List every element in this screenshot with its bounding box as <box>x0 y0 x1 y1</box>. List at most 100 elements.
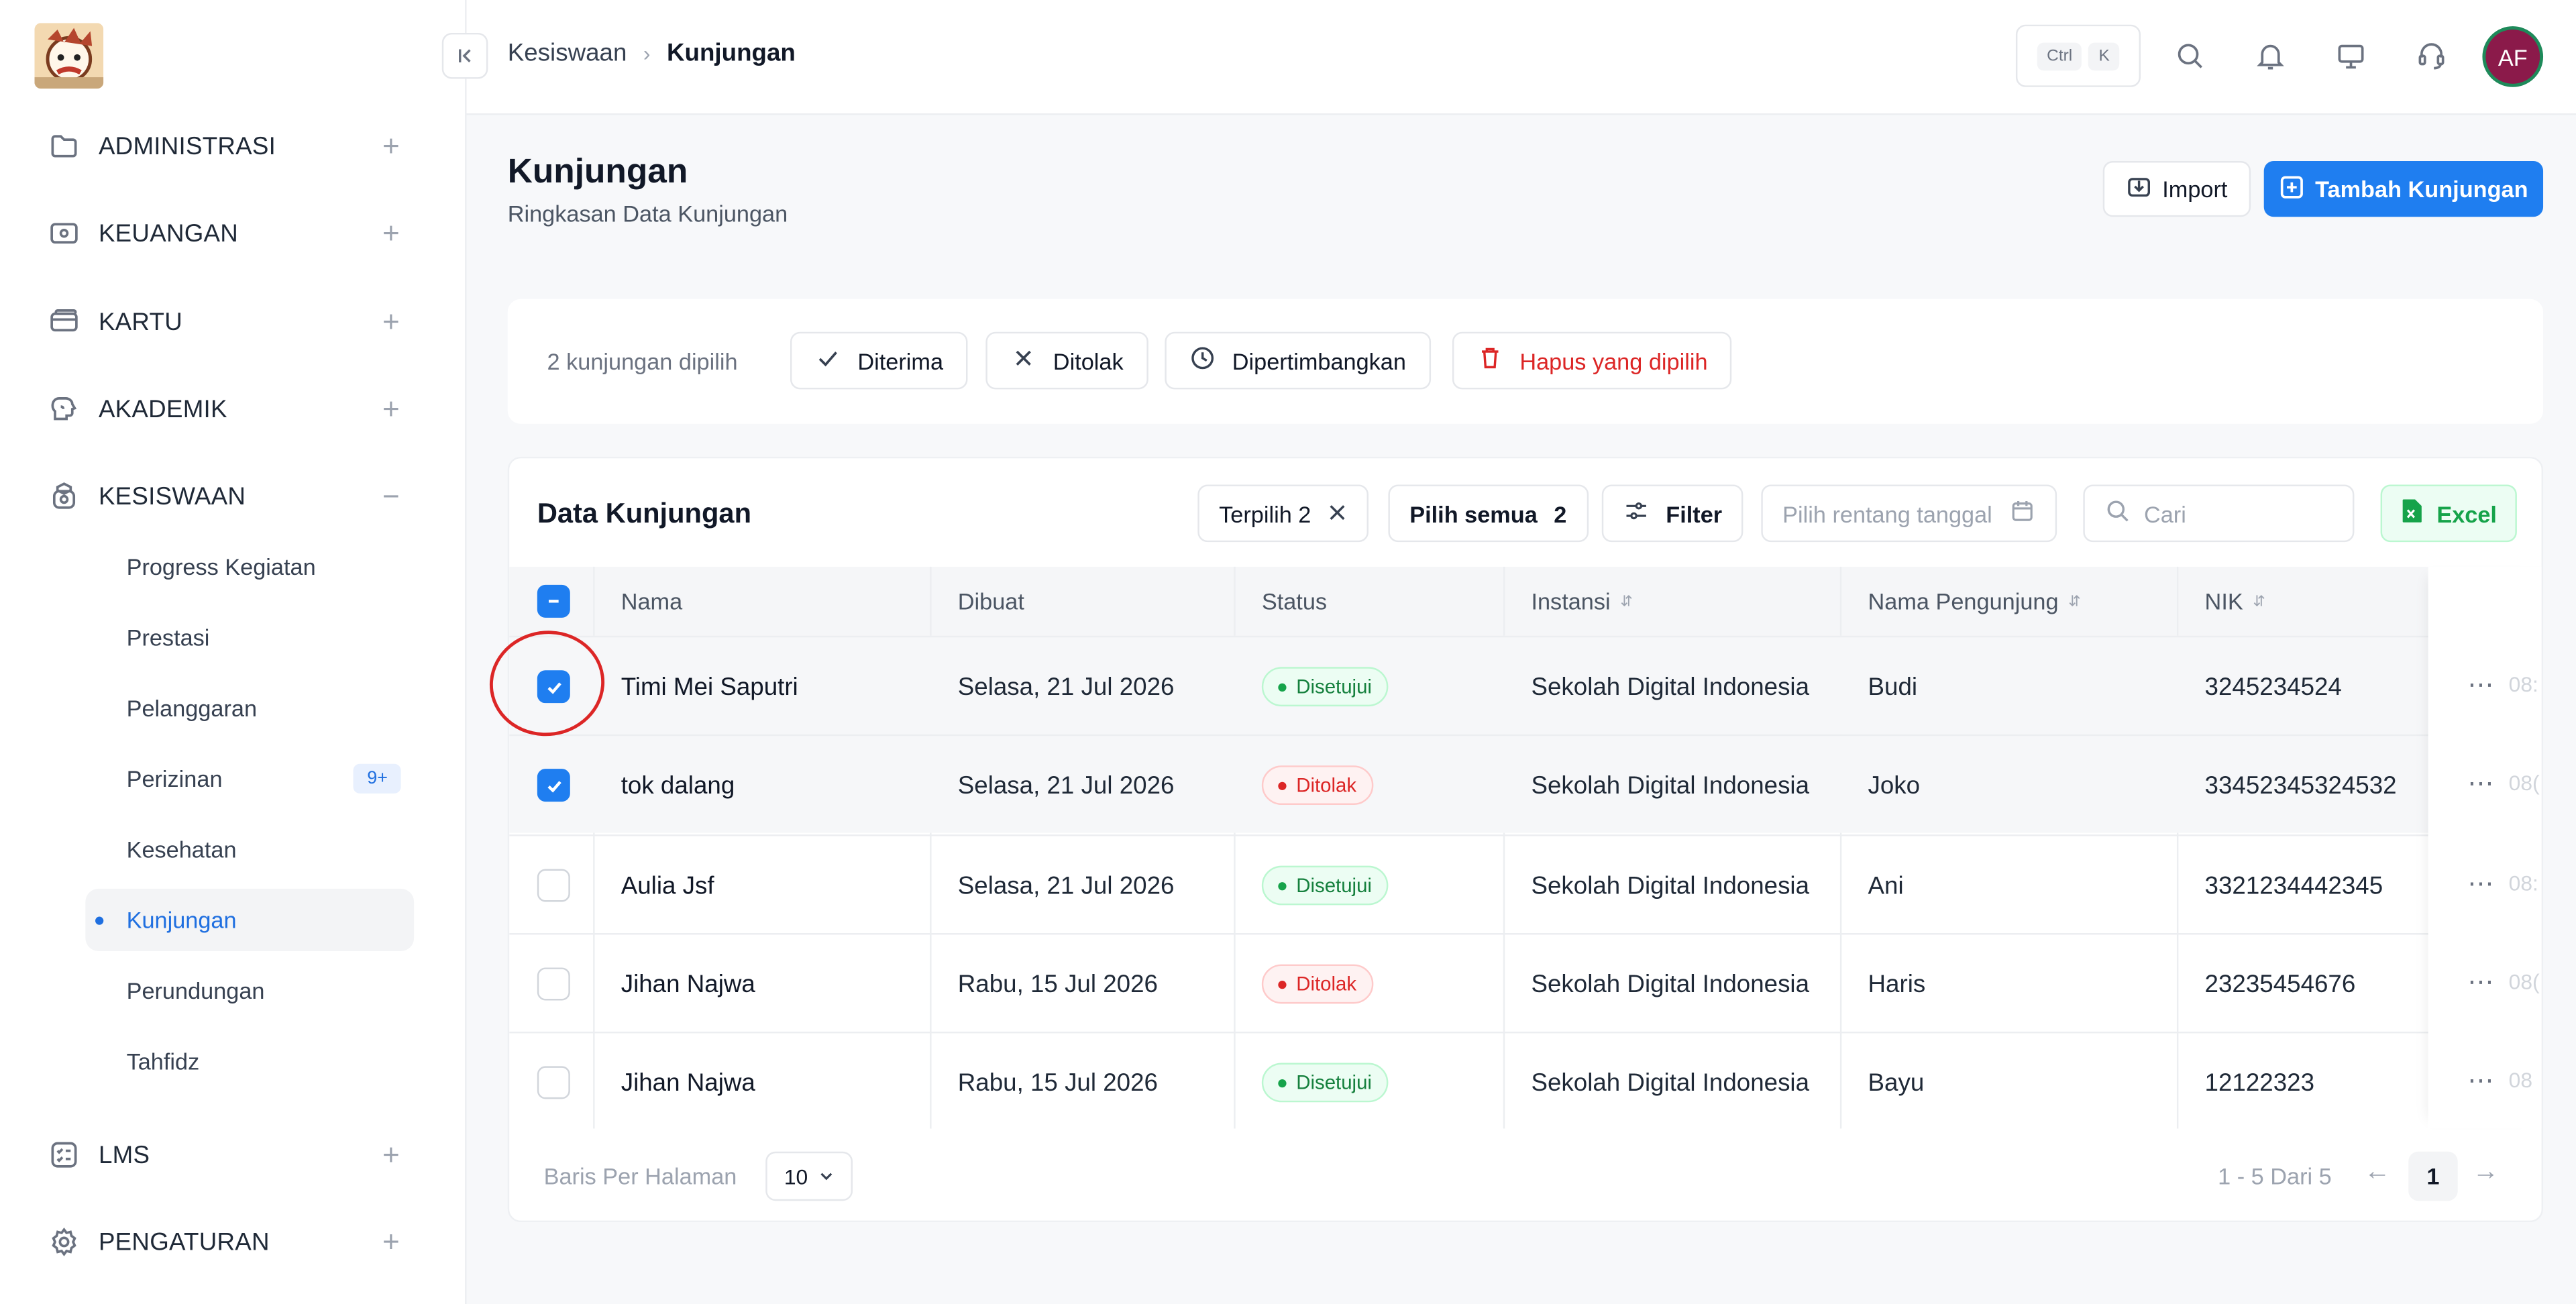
import-label: Import <box>2162 176 2228 203</box>
row-checkbox[interactable] <box>537 736 570 834</box>
cell-nama-pengunjung: Ani <box>1868 871 1904 900</box>
excel-file-icon <box>2400 498 2423 529</box>
table-row[interactable]: Timi Mei Saputri Selasa, 21 Jul 2026 Diset… <box>509 635 2542 735</box>
more-actions-icon[interactable]: ⋯ <box>2467 669 2496 702</box>
table-row[interactable]: tok dalang Selasa, 21 Jul 2026 Ditolak Seko… <box>509 734 2542 834</box>
status-badge: Disetujui <box>1261 865 1389 906</box>
more-actions-icon[interactable]: ⋯ <box>2467 867 2496 900</box>
expand-icon[interactable]: + <box>374 129 407 163</box>
expand-icon[interactable]: + <box>374 392 407 426</box>
empty-checkbox-icon[interactable] <box>537 967 570 1001</box>
next-page-arrow-icon[interactable]: → <box>2473 1158 2499 1188</box>
sidebar-section-lms[interactable]: LMS + <box>46 1130 408 1179</box>
wallet-icon <box>46 215 83 252</box>
row-checkbox[interactable] <box>537 934 570 1033</box>
export-excel-button[interactable]: Excel <box>2380 484 2517 543</box>
table-row[interactable]: Aulia Jsf Selasa, 21 Jul 2026 Disetujui Sek… <box>509 834 2542 935</box>
column-header-instansi[interactable]: Instansi ⇵ <box>1531 567 1632 636</box>
column-header-nama[interactable]: Nama <box>621 567 682 636</box>
more-actions-icon[interactable]: ⋯ <box>2467 767 2496 800</box>
prev-page-arrow-icon[interactable]: ← <box>2364 1158 2390 1188</box>
app-logo[interactable] <box>34 23 104 89</box>
indeterminate-checkbox-icon[interactable] <box>537 584 570 618</box>
rows-per-page-select[interactable]: 10 <box>765 1151 853 1201</box>
status-badge: Disetujui <box>1261 1063 1389 1103</box>
sidebar-item-prestasi[interactable]: Prestasi <box>85 606 414 669</box>
sidebar-section-administrasi[interactable]: ADMINISTRASI + <box>46 121 408 170</box>
sidebar-item-progress-kegiatan[interactable]: Progress Kegiatan <box>85 535 414 598</box>
column-label: Status <box>1261 588 1328 614</box>
sort-icon[interactable]: ⇵ <box>2253 592 2265 610</box>
checklist-icon <box>46 1137 83 1173</box>
user-avatar[interactable]: AF <box>2482 26 2544 87</box>
date-range-placeholder: Pilih rentang tanggal <box>1782 500 1992 527</box>
breadcrumb-parent[interactable]: Kesiswaan <box>508 40 627 68</box>
delete-selected-button[interactable]: Hapus yang dipilih <box>1452 331 1733 390</box>
reject-button[interactable]: Ditolak <box>985 331 1148 390</box>
collapse-sidebar-button[interactable] <box>441 32 488 79</box>
cell-instansi: Sekolah Digital Indonesia <box>1531 672 1810 701</box>
expand-icon[interactable]: + <box>374 1138 407 1172</box>
filter-button[interactable]: Filter <box>1601 484 1743 543</box>
command-palette-button[interactable]: Ctrl K <box>2015 24 2141 87</box>
sort-icon[interactable]: ⇵ <box>1620 592 1632 610</box>
column-header-nama-pengunjung[interactable]: Nama Pengunjung ⇵ <box>1868 567 2081 636</box>
gear-icon <box>46 1224 83 1260</box>
selected-filter-chip[interactable]: Terpilih 2 <box>1197 484 1369 543</box>
sidebar-section-label: KARTU <box>98 308 183 336</box>
search-input[interactable]: Cari <box>2083 484 2355 543</box>
date-range-input[interactable]: Pilih rentang tanggal <box>1761 484 2057 543</box>
select-all-checkbox[interactable] <box>537 567 570 636</box>
import-button[interactable]: Import <box>2102 161 2251 217</box>
sidebar-item-kunjungan[interactable]: Kunjungan <box>85 888 415 951</box>
cell-nama: Timi Mei Saputri <box>621 672 798 701</box>
sidebar-item-label: Perizinan <box>126 765 223 792</box>
sidebar-section-pengaturan[interactable]: PENGATURAN + <box>46 1217 408 1266</box>
add-visit-label: Tambah Kunjungan <box>2315 176 2528 203</box>
expand-icon[interactable]: + <box>374 1225 407 1259</box>
sidebar-item-perundungan[interactable]: Perundungan <box>85 959 414 1022</box>
checked-checkbox-icon[interactable] <box>537 769 570 802</box>
add-visit-button[interactable]: Tambah Kunjungan <box>2263 161 2544 217</box>
sidebar-item-pelanggaran[interactable]: Pelanggaran <box>85 677 414 739</box>
more-actions-icon[interactable]: ⋯ <box>2467 966 2496 999</box>
status-dot-icon <box>1278 881 1287 890</box>
search-icon[interactable] <box>2170 36 2210 76</box>
cell-instansi: Sekolah Digital Indonesia <box>1531 970 1810 998</box>
empty-checkbox-icon[interactable] <box>537 869 570 902</box>
select-all-button[interactable]: Pilih semua 2 <box>1388 484 1589 543</box>
table-row[interactable]: Jihan Najwa Rabu, 15 Jul 2026 Disetujui Sek… <box>509 1031 2542 1132</box>
column-header-status[interactable]: Status <box>1262 567 1327 636</box>
sidebar-section-keuangan[interactable]: KEUANGAN + <box>46 209 408 258</box>
sidebar-section-kartu[interactable]: KARTU + <box>46 297 408 346</box>
sidebar-item-tahfidz[interactable]: Tahfidz <box>85 1030 414 1093</box>
status-dot-icon <box>1278 979 1287 989</box>
sidebar-section-akademik[interactable]: AKADEMIK + <box>46 384 408 433</box>
page-number-button[interactable]: 1 <box>2408 1151 2458 1201</box>
row-checkbox[interactable] <box>537 836 570 935</box>
active-dot-icon <box>95 916 104 925</box>
table-row[interactable]: Jihan Najwa Rabu, 15 Jul 2026 Ditolak Sekol… <box>509 933 2542 1033</box>
more-actions-icon[interactable]: ⋯ <box>2467 1065 2496 1097</box>
accept-button[interactable]: Diterima <box>790 331 968 390</box>
monitor-icon[interactable] <box>2331 36 2371 76</box>
row-checkbox[interactable] <box>537 1033 570 1132</box>
sidebar-item-perizinan[interactable]: Perizinan 9+ <box>85 747 414 810</box>
bell-icon[interactable] <box>2251 36 2290 76</box>
expand-icon[interactable]: + <box>374 216 407 250</box>
empty-checkbox-icon[interactable] <box>537 1066 570 1099</box>
sort-icon[interactable]: ⇵ <box>2068 592 2080 610</box>
headset-icon[interactable] <box>2412 36 2451 76</box>
column-header-nik[interactable]: NIK ⇵ <box>2205 567 2265 636</box>
search-icon <box>2104 498 2131 529</box>
cell-dibuat: Rabu, 15 Jul 2026 <box>957 1069 1158 1097</box>
clear-selection-icon[interactable] <box>1328 500 1347 527</box>
column-label: Nama Pengunjung <box>1868 588 2059 614</box>
sidebar-section-kesiswaan[interactable]: KESISWAAN − <box>46 472 408 521</box>
consider-button[interactable]: Dipertimbangkan <box>1165 331 1431 390</box>
expand-icon[interactable]: + <box>374 305 407 339</box>
sidebar-item-kesehatan[interactable]: Kesehatan <box>85 818 414 881</box>
collapse-icon[interactable]: − <box>374 479 407 513</box>
column-header-dibuat[interactable]: Dibuat <box>958 567 1024 636</box>
page-title: Kunjungan <box>507 152 688 191</box>
